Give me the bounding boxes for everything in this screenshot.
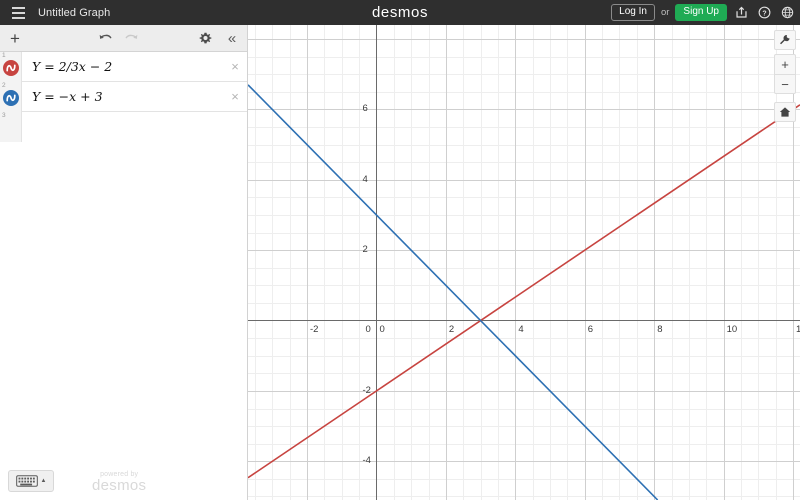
add-expression-button[interactable]: + <box>0 25 30 51</box>
x-axis <box>248 319 800 322</box>
signup-button[interactable]: Sign Up <box>675 4 727 21</box>
expression-row-number: 3 <box>2 112 6 119</box>
expression-row-number: 1 <box>2 51 6 59</box>
zoom-button-group: + − <box>774 54 796 94</box>
major-gridlines <box>248 25 800 500</box>
y-tick-label: 4 <box>362 173 368 185</box>
y-tick-label: 2 <box>362 244 368 256</box>
x-tick-label: 6 <box>587 323 594 335</box>
x-tick-label: 8 <box>657 323 663 335</box>
redo-icon[interactable] <box>118 25 144 51</box>
curve-line <box>248 104 800 479</box>
expression-index-cell[interactable]: 1 <box>0 51 22 82</box>
origin-tick-label: 0 <box>365 323 371 335</box>
expression-rows-container: 1 Y = 2/3x − 2 × 2 Y = −x + 3 × 3 <box>0 51 247 500</box>
y-tick-label: -4 <box>362 455 371 467</box>
expression-row[interactable]: 3 <box>0 112 247 142</box>
graph-canvas[interactable]: -2 0 2 4 6 8 10 12 6 4 2 -2 -4 0 <box>248 25 800 500</box>
gear-icon[interactable] <box>193 25 217 51</box>
x-tick-label: 0 <box>379 323 385 335</box>
keyboard-icon <box>15 475 38 487</box>
graph-tools-toolbar: + − <box>774 30 796 122</box>
expression-index-cell[interactable]: 3 <box>0 112 22 142</box>
delete-expression-button[interactable]: × <box>223 82 247 112</box>
expression-panel: + « 1 Y = 2/3x − 2 × 2 Y = −x + 3 × 3 ▲ … <box>0 25 248 500</box>
curve-line <box>248 84 659 500</box>
x-tick-label: 4 <box>518 323 524 335</box>
svg-text:?: ? <box>762 10 766 17</box>
login-button[interactable]: Log In <box>611 4 655 21</box>
minor-gridlines <box>248 25 800 500</box>
top-navigation-bar: Untitled Graph desmos Log In or Sign Up … <box>0 0 800 25</box>
help-icon[interactable]: ? <box>756 4 773 21</box>
x-tick-label: -2 <box>310 323 319 335</box>
expression-row[interactable]: 1 Y = 2/3x − 2 × <box>0 51 247 82</box>
y-axis <box>375 25 378 500</box>
desmos-calculator-app: Untitled Graph desmos Log In or Sign Up … <box>0 0 800 500</box>
powered-by-watermark: powered by desmos <box>92 471 146 494</box>
plotted-curves <box>248 84 800 500</box>
x-tick-label: 10 <box>726 323 738 335</box>
keyboard-toggle-button[interactable]: ▲ <box>8 470 54 492</box>
y-tick-label: -2 <box>362 384 371 396</box>
expression-index-cell[interactable]: 2 <box>0 81 22 112</box>
expression-row-number: 2 <box>2 81 6 89</box>
expression-row[interactable]: 2 Y = −x + 3 × <box>0 81 247 112</box>
undo-icon[interactable] <box>92 25 118 51</box>
expression-input[interactable]: Y = 2/3x − 2 <box>22 59 223 74</box>
expression-input[interactable]: Y = −x + 3 <box>22 89 223 104</box>
expression-toolbar: + « <box>0 25 247 52</box>
zoom-in-button[interactable]: + <box>774 54 796 74</box>
curve-toggle-icon[interactable] <box>3 89 19 106</box>
keyboard-caret-icon[interactable]: ▲ <box>41 478 47 484</box>
wrench-icon[interactable] <box>774 30 796 50</box>
x-tick-label: 12 <box>796 323 800 335</box>
collapse-panel-button[interactable]: « <box>221 25 243 51</box>
or-separator-label: or <box>660 7 670 18</box>
share-icon[interactable] <box>733 4 750 21</box>
globe-icon[interactable] <box>779 4 796 21</box>
graph-title[interactable]: Untitled Graph <box>38 7 110 19</box>
home-icon[interactable] <box>774 102 796 122</box>
x-tick-label: 2 <box>448 323 455 335</box>
zoom-out-button[interactable]: − <box>774 74 796 94</box>
curve-toggle-icon[interactable] <box>3 59 19 76</box>
y-tick-label: 6 <box>362 103 368 115</box>
topbar-actions: Log In or Sign Up ? <box>611 0 796 25</box>
hamburger-menu-icon[interactable] <box>6 0 30 25</box>
watermark-brand-text: desmos <box>92 477 147 495</box>
delete-expression-button[interactable]: × <box>223 52 247 82</box>
